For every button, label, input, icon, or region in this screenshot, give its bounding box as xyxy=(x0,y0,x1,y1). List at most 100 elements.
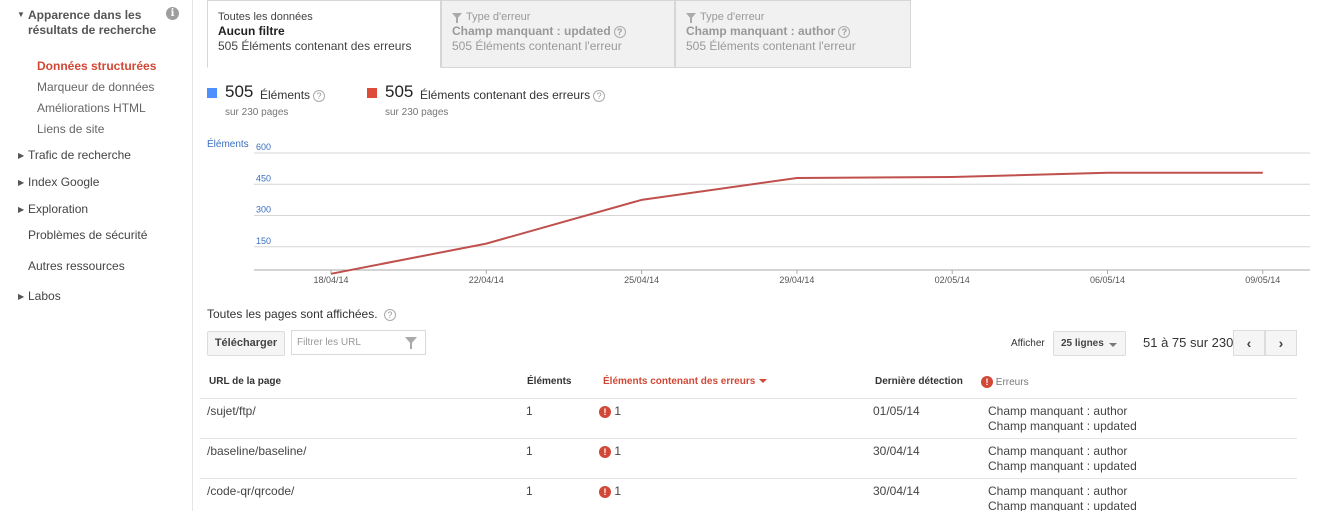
tab-count: 505 Éléments contenant l'erreur xyxy=(686,39,856,53)
legend-subtitle: sur 230 pages xyxy=(225,107,289,118)
filter-icon[interactable] xyxy=(405,337,417,349)
col-header-url[interactable]: URL de la page xyxy=(209,376,281,387)
row-last-detected: 30/04/14 xyxy=(873,444,920,458)
tab-missing-updated[interactable]: Type d'erreur Champ manquant : updated? … xyxy=(441,0,675,68)
row-items: 1 xyxy=(526,444,533,458)
series-line xyxy=(330,171,1263,275)
line-chart: Éléments 600 450 300 150 18/04/14 22/04/14 25/0… xyxy=(207,137,1310,285)
tab-caption: Type d'erreur xyxy=(466,11,531,23)
url-filter-input[interactable]: Filtrer les URL xyxy=(291,330,426,355)
help-icon[interactable]: ? xyxy=(613,26,626,38)
row-items-with-errors: ! 1 xyxy=(599,484,621,498)
sidebar-item-other-resources[interactable]: Autres ressources xyxy=(28,259,125,273)
x-tick-label: 18/04/14 xyxy=(313,275,348,285)
row-items: 1 xyxy=(526,484,533,498)
tab-title: Aucun filtre xyxy=(218,24,285,38)
legend-label: Éléments? xyxy=(260,88,326,102)
row-last-detected: 30/04/14 xyxy=(873,484,920,498)
sidebar-section-appearance[interactable]: Apparence dans les résultats de recherch… xyxy=(28,8,158,37)
table-row[interactable]: /baseline/baseline/ 1 ! 1 30/04/14 Champ… xyxy=(200,439,1297,479)
sidebar-item-google-index[interactable]: ▶ Index Google xyxy=(18,175,99,189)
row-errors: Champ manquant : author Champ manquant : … xyxy=(988,444,1137,473)
y-tick-label: 300 xyxy=(256,205,271,215)
y-axis-title: Éléments xyxy=(207,137,249,150)
expanded-arrow-icon[interactable]: ▼ xyxy=(17,10,25,19)
filter-icon xyxy=(686,13,696,23)
col-header-items[interactable]: Éléments xyxy=(527,376,571,387)
collapsed-arrow-icon: ▶ xyxy=(18,178,25,187)
row-url[interactable]: /baseline/baseline/ xyxy=(207,444,306,458)
sidebar-item-structured-data[interactable]: Données structurées xyxy=(37,59,156,73)
x-tick-label: 22/04/14 xyxy=(469,275,504,285)
legend-swatch-red xyxy=(367,88,377,98)
sidebar-item-label: Exploration xyxy=(28,202,89,216)
legend-value: 505 xyxy=(385,82,414,101)
collapsed-arrow-icon: ▶ xyxy=(18,292,25,301)
sidebar-item-label: Trafic de recherche xyxy=(28,148,131,162)
sidebar-item-label: Index Google xyxy=(28,175,100,189)
row-last-detected: 01/05/14 xyxy=(873,404,920,418)
row-items-with-errors: ! 1 xyxy=(599,444,621,458)
sidebar-item-label: Labos xyxy=(28,289,61,303)
tab-all-data[interactable]: Toutes les données Aucun filtre 505 Élém… xyxy=(207,0,441,68)
col-header-last-detected[interactable]: Dernière détection xyxy=(875,376,963,387)
pages-note: Toutes les pages sont affichées. ? xyxy=(207,307,396,321)
rows-per-page-select[interactable]: 25 lignes xyxy=(1053,331,1126,356)
sidebar-item-labs[interactable]: ▶ Labos xyxy=(18,289,61,303)
x-tick-label: 09/05/14 xyxy=(1245,275,1280,285)
tab-count: 505 Éléments contenant l'erreur xyxy=(452,39,622,53)
row-items-with-errors: ! 1 xyxy=(599,404,621,418)
sidebar-item-search-traffic[interactable]: ▶ Trafic de recherche xyxy=(18,148,131,162)
sidebar-item-security-issues[interactable]: Problèmes de sécurité xyxy=(28,228,147,242)
select-value: 25 lignes xyxy=(1061,338,1104,349)
show-label: Afficher xyxy=(1011,338,1045,349)
sidebar-item-crawl[interactable]: ▶ Exploration xyxy=(18,202,88,216)
y-tick-label: 150 xyxy=(256,236,271,246)
x-tick-label: 02/05/14 xyxy=(935,275,970,285)
y-tick-label: 600 xyxy=(256,142,271,152)
collapsed-arrow-icon: ▶ xyxy=(18,205,25,214)
tab-count: 505 Éléments contenant des erreurs xyxy=(218,39,412,53)
prev-page-button[interactable]: ‹ xyxy=(1233,330,1265,356)
help-icon[interactable]: ? xyxy=(593,90,606,102)
filter-icon xyxy=(452,13,462,23)
filter-placeholder: Filtrer les URL xyxy=(297,337,361,348)
tab-caption: Toutes les données xyxy=(218,11,313,23)
legend-label: Éléments contenant des erreurs? xyxy=(420,88,606,102)
y-tick-label: 450 xyxy=(256,173,271,183)
help-icon[interactable]: ? xyxy=(838,26,851,38)
sidebar-item-data-highlighter[interactable]: Marqueur de données xyxy=(37,80,154,94)
row-url[interactable]: /sujet/ftp/ xyxy=(207,404,256,418)
next-page-button[interactable]: › xyxy=(1265,330,1297,356)
row-errors: Champ manquant : author Champ manquant : … xyxy=(988,404,1137,433)
sort-desc-icon xyxy=(759,379,768,383)
table-row[interactable]: /code-qr/qrcode/ 1 ! 1 30/04/14 Champ ma… xyxy=(200,479,1297,511)
download-button[interactable]: Télécharger xyxy=(207,331,285,356)
error-icon: ! xyxy=(599,486,611,498)
row-errors: Champ manquant : author Champ manquant : … xyxy=(988,484,1137,511)
legend-swatch-blue xyxy=(207,88,217,98)
error-icon: ! xyxy=(599,406,611,418)
table-row[interactable]: /sujet/ftp/ 1 ! 1 01/05/14 Champ manquan… xyxy=(200,399,1297,439)
sidebar-item-sitelinks[interactable]: Liens de site xyxy=(37,122,104,136)
collapsed-arrow-icon: ▶ xyxy=(18,151,25,160)
info-icon[interactable]: i xyxy=(166,7,179,20)
tab-title: Champ manquant : updated xyxy=(452,24,611,38)
help-icon[interactable]: ? xyxy=(383,309,396,321)
pagination-range: 51 à 75 sur 230 xyxy=(1143,335,1234,350)
legend-value: 505 xyxy=(225,82,254,101)
x-tick-label: 29/04/14 xyxy=(779,275,814,285)
x-tick-label: 25/04/14 xyxy=(624,275,659,285)
col-header-items-with-errors[interactable]: Éléments contenant des erreurs xyxy=(603,376,768,387)
error-icon: ! xyxy=(981,376,993,388)
tab-missing-author[interactable]: Type d'erreur Champ manquant : author? 5… xyxy=(675,0,911,68)
chevron-down-icon xyxy=(1109,343,1117,347)
x-tick-label: 06/05/14 xyxy=(1090,275,1125,285)
legend-subtitle: sur 230 pages xyxy=(385,107,449,118)
row-url[interactable]: /code-qr/qrcode/ xyxy=(207,484,294,498)
col-header-errors: ! Erreurs xyxy=(981,376,1029,388)
error-icon: ! xyxy=(599,446,611,458)
sidebar-item-html-improvements[interactable]: Améliorations HTML xyxy=(37,101,146,115)
help-icon[interactable]: ? xyxy=(313,90,326,102)
tab-caption: Type d'erreur xyxy=(700,11,765,23)
